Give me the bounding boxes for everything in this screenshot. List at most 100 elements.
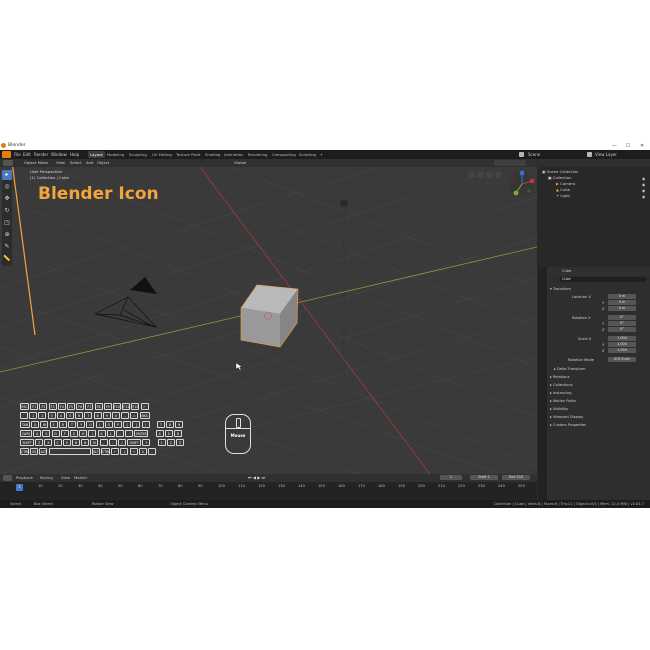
location-y-field[interactable]: 0 m [608, 300, 636, 305]
scale-y-field[interactable]: 1.000 [608, 342, 636, 347]
motion-paths-section[interactable]: ▸ Motion Paths [550, 398, 576, 404]
current-frame-field[interactable]: 1 [440, 475, 462, 480]
tab-animation[interactable]: Animation [222, 151, 245, 158]
menu-object[interactable]: Object [97, 159, 109, 167]
timeline-tick-label: 40 [98, 484, 103, 488]
timeline-menu-marker[interactable]: Marker [74, 475, 87, 480]
timeline-tick-label: 70 [158, 484, 163, 488]
playhead[interactable]: 1 [16, 484, 23, 491]
menu-select[interactable]: Select [70, 159, 82, 167]
grid-view-icon[interactable] [495, 171, 502, 178]
viewport-nav-buttons[interactable] [468, 171, 504, 178]
timeline-ruler[interactable]: 0102030405060708090100110120130140150160… [0, 484, 537, 500]
visibility-eye-icon[interactable]: ◉ [642, 176, 645, 181]
keyboard-key: CAPS [20, 430, 32, 437]
navigation-gizmo[interactable] [507, 169, 537, 199]
tab-modeling[interactable]: Modeling [105, 151, 126, 158]
transform-orientation-dropdown[interactable]: Global [234, 159, 246, 167]
scene-icon [519, 152, 524, 157]
timeline-editor-icon[interactable] [3, 475, 12, 481]
keyboard-key: 4 [56, 412, 65, 419]
rotation-y-field[interactable]: 0° [608, 321, 636, 326]
tab-texture-paint[interactable]: Texture Paint [174, 151, 203, 158]
keyboard-key: F9 [103, 403, 112, 410]
location-x-field[interactable]: 0 m [608, 294, 636, 299]
object-mode-dropdown[interactable]: Object Mode [24, 159, 48, 167]
collections-section[interactable]: ▸ Collections [550, 382, 573, 388]
status-rotate-view: Rotate View [92, 502, 114, 506]
end-frame-field[interactable]: End 250 [502, 475, 530, 480]
delta-transform-section[interactable]: ▸ Delta Transform [554, 366, 586, 372]
timeline-tick-label: 20 [58, 484, 63, 488]
add-workspace-button[interactable]: + [318, 151, 325, 158]
relations-section[interactable]: ▸ Relations [550, 374, 569, 380]
keyboard-key: . [108, 439, 117, 446]
rotation-z-field[interactable]: 0° [608, 327, 636, 332]
viewport-display-section[interactable]: ▸ Viewport Display [550, 414, 583, 420]
tab-sculpting[interactable]: Sculpting [127, 151, 149, 158]
editor-type-icon[interactable] [3, 160, 13, 166]
menu-render[interactable]: Render [34, 150, 48, 159]
start-frame-field[interactable]: Start 1 [470, 475, 498, 480]
menu-file[interactable]: File [14, 150, 21, 159]
outliner-item-light[interactable]: ✦ Light [556, 193, 570, 199]
keyboard-key: Q [31, 421, 40, 428]
measure-tool-icon[interactable]: 📏 [2, 254, 12, 264]
menu-view[interactable]: View [56, 159, 65, 167]
3d-viewport[interactable]: User Perspective (1) Collection | Cube E… [0, 167, 537, 474]
timeline-menu-keying[interactable]: Keying [40, 475, 53, 480]
rotation-x-field[interactable]: 0° [608, 315, 636, 320]
camera-view-icon[interactable] [486, 171, 493, 178]
close-button[interactable]: ✕ [640, 142, 644, 150]
scene-selector[interactable]: Scene [528, 150, 540, 159]
tab-scripting[interactable]: Scripting [297, 151, 318, 158]
keyboard-key: \ [141, 421, 150, 428]
tab-shading[interactable]: Shading [203, 151, 222, 158]
visibility-eye-icon[interactable]: ◉ [642, 194, 645, 199]
keyboard-key: 4 [155, 430, 164, 437]
menu-edit[interactable]: Edit [23, 150, 31, 159]
shading-mode-icons[interactable] [494, 160, 526, 166]
move-tool-icon[interactable]: ✥ [2, 194, 12, 204]
visibility-eye-icon[interactable]: ◉ [642, 188, 645, 193]
status-object-context-menu: Object Context Menu [170, 502, 208, 506]
menu-window[interactable]: Window [51, 150, 67, 159]
view-layer-selector[interactable]: View Layer [595, 150, 617, 159]
maximize-button[interactable]: ☐ [626, 142, 630, 150]
timeline-tick-label: 130 [278, 484, 285, 488]
tab-rendering[interactable]: Rendering [246, 151, 269, 158]
mouse-label: Mouse [230, 433, 246, 438]
blender-menu-icon[interactable] [2, 151, 11, 158]
tab-layout[interactable]: Layout [88, 151, 105, 158]
timeline-menu-view[interactable]: View [61, 475, 70, 480]
zoom-icon[interactable] [468, 171, 475, 178]
keyboard-key: ← [111, 448, 120, 455]
menu-help[interactable]: Help [70, 150, 79, 159]
scale-z-field[interactable]: 1.000 [608, 348, 636, 353]
menu-add[interactable]: Add [86, 159, 93, 167]
instancing-section[interactable]: ▸ Instancing [550, 390, 572, 396]
timeline-tick-label: 250 [518, 484, 525, 488]
transform-section-header[interactable]: ▾ Transform [550, 286, 571, 292]
rotate-tool-icon[interactable]: ↻ [2, 206, 12, 216]
transform-tool-icon[interactable]: ⊕ [2, 230, 12, 240]
rotation-mode-dropdown[interactable]: XYZ Euler [608, 357, 636, 362]
visibility-section[interactable]: ▸ Visibility [550, 406, 568, 412]
tab-uv-editing[interactable]: UV Editing [150, 151, 174, 158]
annotate-tool-icon[interactable]: ✎ [2, 242, 12, 252]
location-z-field[interactable]: 0 m [608, 306, 636, 311]
scale-x-field[interactable]: 1.000 [608, 336, 636, 341]
tab-compositing[interactable]: Compositing [270, 151, 298, 158]
timeline-menu-playback[interactable]: Playback [16, 475, 33, 480]
keyboard-key: ENTER [134, 430, 149, 437]
object-name-field[interactable]: Cube [560, 277, 646, 282]
timeline-tick-label: 160 [338, 484, 345, 488]
playback-controls[interactable]: ⏮ ◀ ▶ ⏭ [248, 475, 265, 480]
minimize-button[interactable]: — [612, 142, 617, 150]
visibility-eye-icon[interactable]: ◉ [642, 182, 645, 187]
scale-tool-icon[interactable]: ◳ [2, 218, 12, 228]
hand-pan-icon[interactable] [477, 171, 484, 178]
select-tool-icon[interactable]: ▸ [2, 170, 12, 180]
custom-properties-section[interactable]: ▸ Custom Properties [550, 422, 586, 428]
cursor-tool-icon[interactable]: ◎ [2, 182, 12, 192]
